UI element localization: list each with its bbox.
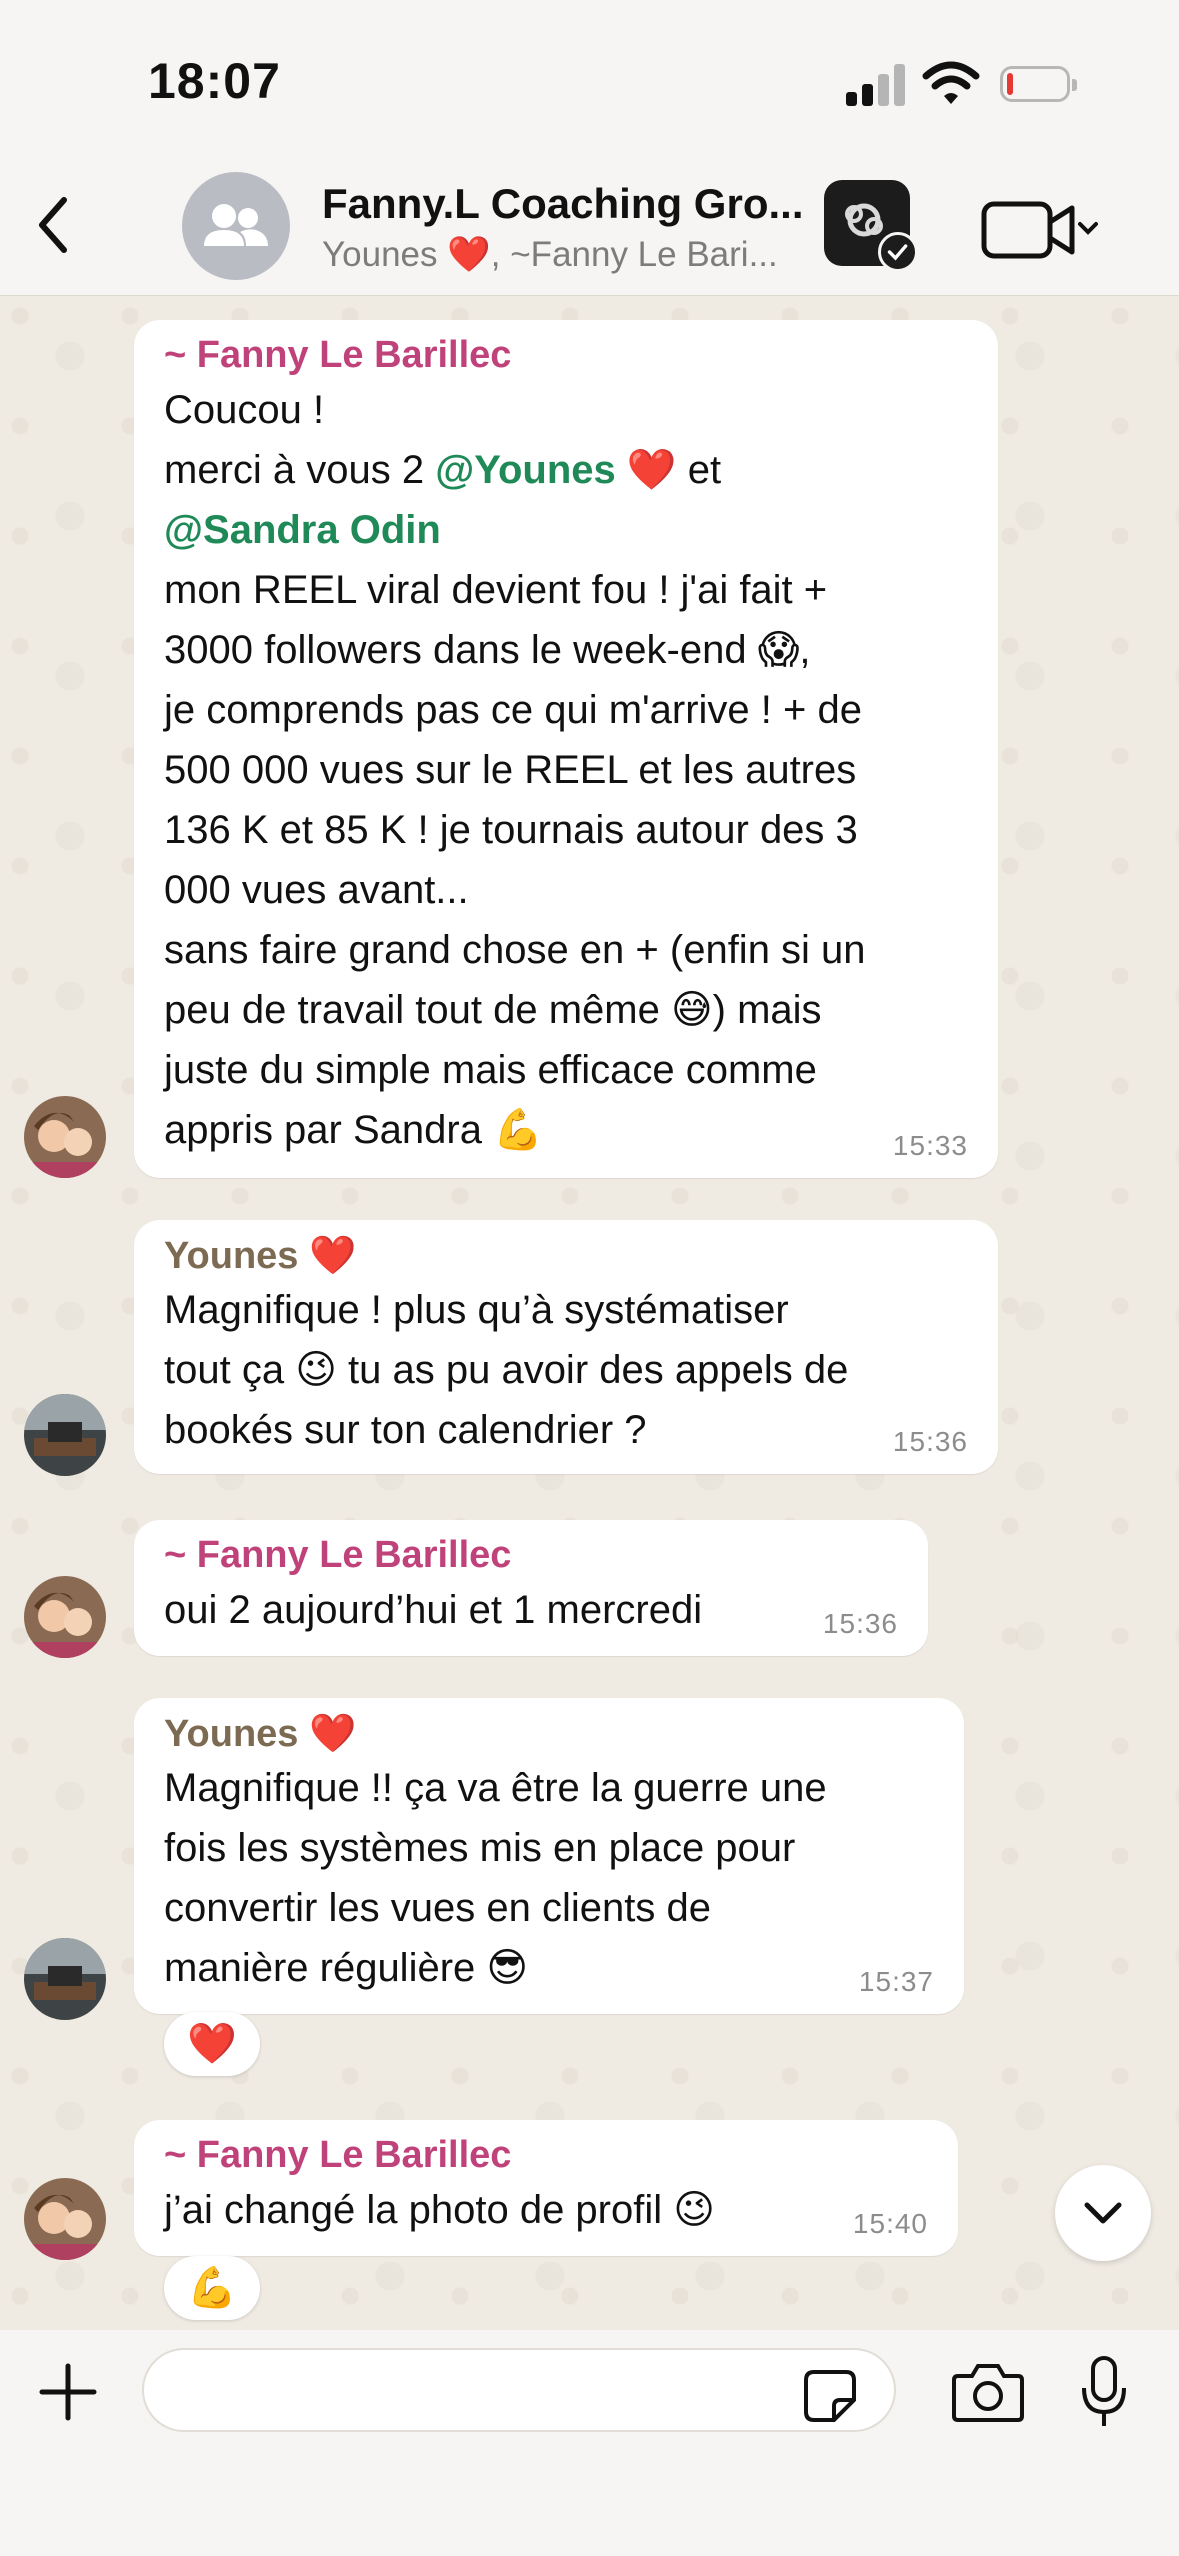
mention[interactable]: @Younes bbox=[435, 448, 616, 492]
message-input[interactable] bbox=[142, 2348, 896, 2432]
message-line: sans faire grand chose en + (enfin si un bbox=[164, 928, 866, 972]
reaction-badge[interactable]: ❤️ bbox=[164, 2012, 260, 2076]
status-bar: 18:07 bbox=[0, 0, 1179, 160]
sticker-icon[interactable] bbox=[802, 2368, 858, 2424]
message-bubble[interactable]: Younes ❤️ Magnifique !! ça va être la gu… bbox=[134, 1698, 964, 2014]
message-line: manière régulière 😎 bbox=[164, 1946, 529, 1990]
wifi-icon bbox=[922, 61, 980, 104]
mention[interactable]: @Sandra Odin bbox=[164, 508, 441, 552]
message-time: 15:37 bbox=[858, 1966, 934, 1997]
message-line: 136 K et 85 K ! je tournais autour des 3 bbox=[164, 808, 858, 852]
message-time: 15:33 bbox=[892, 1130, 968, 1161]
microphone-icon[interactable] bbox=[1076, 2354, 1132, 2430]
avatar-fanny[interactable] bbox=[24, 1096, 106, 1178]
checkmark-icon bbox=[878, 232, 918, 272]
message-line: oui 2 aujourd’hui et 1 mercredi bbox=[164, 1588, 703, 1632]
avatar-fanny[interactable] bbox=[24, 1576, 106, 1658]
message-line: Magnifique !! ça va être la guerre une bbox=[164, 1766, 827, 1810]
plus-icon[interactable] bbox=[38, 2362, 98, 2422]
sender-name: Younes ❤️ bbox=[164, 1235, 357, 1277]
message-line: peu de travail tout de même 😅) mais bbox=[164, 988, 822, 1032]
message-line: j’ai changé la photo de profil 😉 bbox=[164, 2188, 715, 2232]
group-members-subtitle[interactable]: Younes ❤️, ~Fanny Le Bari... bbox=[322, 234, 778, 275]
sender-name: ~ Fanny Le Barillec bbox=[164, 2134, 512, 2176]
message-line: merci à vous 2 @Younes ❤️ et bbox=[164, 448, 722, 492]
chat-header: Fanny.L Coaching Gro... Younes ❤️, ~Fann… bbox=[0, 160, 1179, 296]
message-line: 3000 followers dans le week-end 😱, bbox=[164, 628, 811, 672]
message-line: je comprends pas ce qui m'arrive ! + de bbox=[164, 688, 862, 732]
message-line: convertir les vues en clients de bbox=[164, 1886, 711, 1930]
app-shortcut-icon[interactable] bbox=[824, 180, 918, 272]
status-time: 18:07 bbox=[148, 53, 281, 109]
message-list[interactable]: ~ Fanny Le Barillec Coucou ! merci à vou… bbox=[0, 296, 1179, 2330]
message-bubble[interactable]: ~ Fanny Le Barillec j’ai changé la photo… bbox=[134, 2120, 958, 2256]
message-input-bar bbox=[0, 2330, 1179, 2556]
scroll-to-bottom-button[interactable] bbox=[1055, 2165, 1151, 2261]
battery-level bbox=[1007, 73, 1013, 95]
message-bubble[interactable]: ~ Fanny Le Barillec oui 2 aujourd’hui et… bbox=[134, 1520, 928, 1656]
message-line: tout ça 😉 tu as pu avoir des appels de bbox=[164, 1348, 849, 1392]
avatar-younes[interactable] bbox=[24, 1394, 106, 1476]
message-line: Coucou ! bbox=[164, 388, 325, 432]
reaction-badge[interactable]: 💪 bbox=[164, 2256, 260, 2320]
message-line: @Sandra Odin bbox=[164, 500, 441, 560]
avatar-fanny[interactable] bbox=[24, 2178, 106, 2260]
message-line: fois les systèmes mis en place pour bbox=[164, 1826, 796, 1870]
chevron-down-icon bbox=[1084, 2202, 1122, 2224]
video-call-icon[interactable] bbox=[980, 198, 1100, 262]
message-time: 15:36 bbox=[892, 1426, 968, 1457]
sender-name: ~ Fanny Le Barillec bbox=[164, 1534, 512, 1576]
sender-name: ~ Fanny Le Barillec bbox=[164, 334, 512, 376]
message-line: juste du simple mais efficace comme bbox=[164, 1048, 817, 1092]
avatar-younes[interactable] bbox=[24, 1938, 106, 2020]
camera-icon[interactable] bbox=[950, 2360, 1026, 2424]
sender-name: Younes ❤️ bbox=[164, 1713, 357, 1755]
chat-screen: 18:07 Fanny.L Coaching Gro... Younes ❤️,… bbox=[0, 0, 1179, 2556]
message-line: appris par Sandra 💪 bbox=[164, 1108, 543, 1152]
message-line: bookés sur ton calendrier ? bbox=[164, 1408, 647, 1452]
message-line: 500 000 vues sur le REEL et les autres bbox=[164, 748, 857, 792]
message-time: 15:36 bbox=[822, 1608, 898, 1639]
message-bubble[interactable]: ~ Fanny Le Barillec Coucou ! merci à vou… bbox=[134, 320, 998, 1178]
message-line: Magnifique ! plus qu’à systématiser bbox=[164, 1288, 789, 1332]
group-title[interactable]: Fanny.L Coaching Gro... bbox=[322, 180, 803, 228]
cellular-signal-icon bbox=[846, 62, 906, 106]
chevron-down-icon bbox=[1078, 222, 1098, 235]
back-arrow-icon[interactable] bbox=[20, 190, 90, 260]
battery-icon bbox=[1000, 66, 1077, 102]
message-line: mon REEL viral devient fou ! j'ai fait + bbox=[164, 568, 828, 612]
message-bubble[interactable]: Younes ❤️ Magnifique ! plus qu’à systéma… bbox=[134, 1220, 998, 1474]
group-avatar-icon[interactable] bbox=[182, 172, 290, 280]
message-time: 15:40 bbox=[852, 2208, 928, 2239]
message-line: 000 vues avant... bbox=[164, 868, 469, 912]
